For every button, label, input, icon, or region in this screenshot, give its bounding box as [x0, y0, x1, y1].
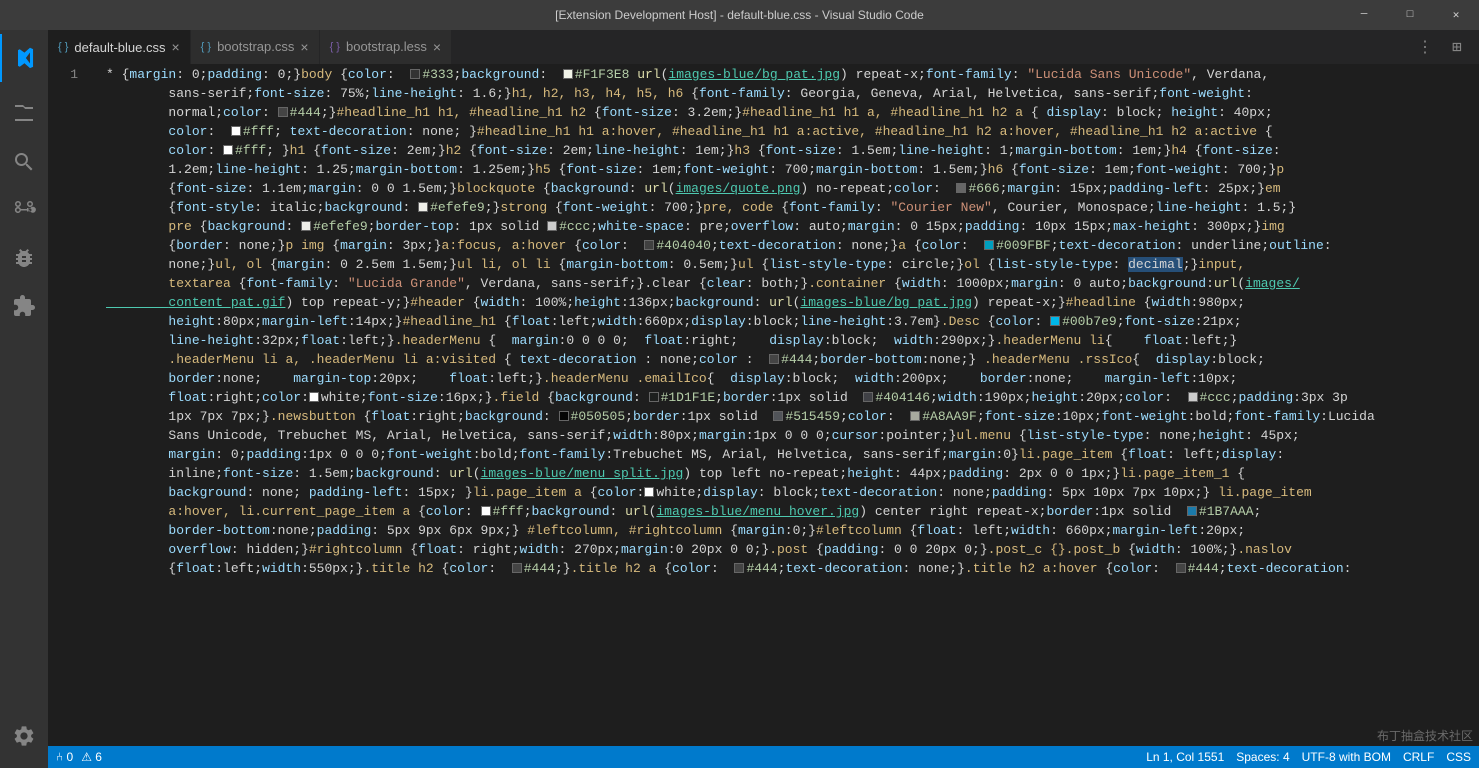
- activity-source-control[interactable]: [0, 186, 48, 234]
- status-left: ⑃ 0 ⚠ 6: [56, 750, 102, 764]
- tab-label3: bootstrap.less: [346, 39, 427, 54]
- title-bar: [Extension Development Host] - default-b…: [0, 0, 1479, 30]
- source-control-icon: [12, 198, 36, 222]
- window-title: [Extension Development Host] - default-b…: [555, 8, 924, 22]
- close-button[interactable]: ✕: [1433, 0, 1479, 30]
- tab-close-button[interactable]: ×: [171, 39, 179, 55]
- activity-search[interactable]: [0, 138, 48, 186]
- activity-extensions[interactable]: [0, 282, 48, 330]
- line-numbers: 1: [48, 65, 98, 746]
- activity-settings[interactable]: [0, 712, 48, 760]
- window-controls: ─ □ ✕: [1341, 0, 1479, 30]
- debug-icon: [12, 246, 36, 270]
- activity-vscode-logo[interactable]: [0, 34, 48, 82]
- code-content[interactable]: * {margin: 0;padding: 0;}body {color: #3…: [98, 65, 1479, 746]
- activity-bar: [0, 30, 48, 768]
- tab-close-button3[interactable]: ×: [433, 39, 441, 55]
- vscode-icon: [12, 46, 36, 70]
- tab-label2: bootstrap.css: [217, 39, 294, 54]
- tab-bootstrap-less[interactable]: { } bootstrap.less ×: [320, 30, 453, 64]
- tab-bootstrap-css[interactable]: { } bootstrap.css ×: [191, 30, 320, 64]
- split-editor-button[interactable]: ⋮: [1411, 33, 1439, 61]
- spaces-status[interactable]: Spaces: 4: [1236, 750, 1289, 764]
- line-ending-status[interactable]: CRLF: [1403, 750, 1434, 764]
- editor-top-right: ⋮ ⊞: [1411, 30, 1479, 64]
- css-file-icon2: { }: [201, 41, 211, 53]
- errors-warnings-status[interactable]: ⚠ 6: [81, 750, 102, 764]
- tabs-bar: { } default-blue.css × { } bootstrap.css…: [48, 30, 1479, 65]
- status-bar: ⑃ 0 ⚠ 6 Ln 1, Col 1551 Spaces: 4 UTF-8 w…: [48, 746, 1479, 768]
- line-num-1: 1: [48, 65, 86, 84]
- tab-label: default-blue.css: [74, 40, 165, 55]
- activity-debug[interactable]: [0, 234, 48, 282]
- tab-close-button2[interactable]: ×: [300, 39, 308, 55]
- activity-explorer[interactable]: [0, 90, 48, 138]
- settings-icon: [12, 724, 36, 748]
- git-branch-status[interactable]: ⑃ 0: [56, 750, 73, 764]
- files-icon: [12, 102, 36, 126]
- less-file-icon: { }: [330, 41, 340, 53]
- cursor-position-status[interactable]: Ln 1, Col 1551: [1146, 750, 1224, 764]
- tab-default-blue-css[interactable]: { } default-blue.css ×: [48, 30, 191, 64]
- editor-content[interactable]: 1 * {margin: 0;padding: 0;}body {color: …: [48, 65, 1479, 746]
- encoding-status[interactable]: UTF-8 with BOM: [1302, 750, 1391, 764]
- more-actions-button[interactable]: ⊞: [1443, 33, 1471, 61]
- css-file-icon: { }: [58, 41, 68, 53]
- app-body: { } default-blue.css × { } bootstrap.css…: [0, 30, 1479, 768]
- maximize-button[interactable]: □: [1387, 0, 1433, 30]
- status-right: Ln 1, Col 1551 Spaces: 4 UTF-8 with BOM …: [1146, 750, 1471, 764]
- language-status[interactable]: CSS: [1446, 750, 1471, 764]
- minimize-button[interactable]: ─: [1341, 0, 1387, 30]
- editor-area: { } default-blue.css × { } bootstrap.css…: [48, 30, 1479, 768]
- extensions-icon: [12, 294, 36, 318]
- search-icon: [12, 150, 36, 174]
